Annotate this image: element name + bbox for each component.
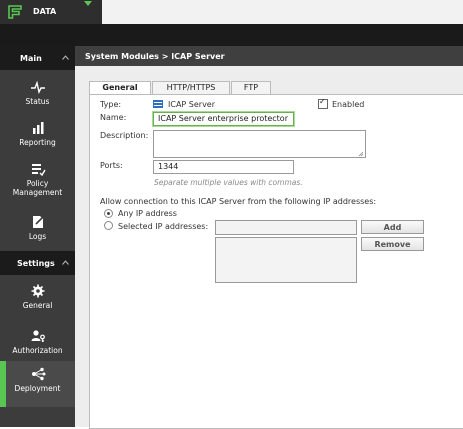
gear-icon (31, 284, 44, 298)
chevron-up-icon (62, 55, 69, 60)
sidebar-item-label: Logs (28, 232, 47, 241)
resize-handle-icon[interactable] (358, 151, 364, 157)
enabled-label: Enabled (332, 100, 365, 109)
sidebar-item-policy-management[interactable]: Policy Management (0, 156, 75, 206)
ports-label: Ports: (100, 161, 123, 170)
ip-address-input[interactable] (215, 220, 357, 235)
forcepoint-logo-icon (8, 5, 22, 19)
sidebar-item-label: Reporting (19, 138, 56, 147)
ip-address-list[interactable] (215, 237, 357, 283)
sidebar-item-logs[interactable]: Logs (0, 209, 75, 252)
sidebar-item-label: Authorization (12, 346, 63, 355)
sidebar-section-settings[interactable]: Settings (0, 251, 75, 275)
description-textarea[interactable] (153, 130, 366, 158)
sidebar: Main Status Reporting Policy Management … (0, 46, 75, 427)
section-label: Settings (17, 259, 55, 268)
sidebar-section-main[interactable]: Main (0, 46, 75, 70)
sidebar-item-label: Deployment (14, 384, 61, 393)
pulse-icon (30, 80, 45, 94)
app-menu-button[interactable] (84, 0, 102, 24)
sidebar-item-label: Policy (26, 179, 49, 188)
sidebar-item-authorization[interactable]: Authorization (0, 323, 75, 366)
description-label: Description: (100, 131, 149, 140)
nav-band (0, 24, 463, 46)
allow-connection-label: Allow connection to this ICAP Server fro… (100, 197, 377, 206)
selected-ip-radio[interactable] (104, 221, 113, 230)
sidebar-item-status[interactable]: Status (0, 74, 75, 117)
chevron-down-icon (84, 1, 92, 6)
selected-ip-label: Selected IP addresses: (118, 222, 209, 231)
add-button[interactable]: Add (361, 220, 424, 234)
any-ip-label: Any IP address (118, 209, 177, 218)
name-label: Name: (100, 113, 127, 122)
brand-area: DATA (0, 0, 84, 24)
sidebar-item-deployment[interactable]: Deployment (0, 361, 75, 407)
ports-input[interactable]: 1344 (153, 160, 294, 174)
enabled-checkbox[interactable] (318, 97, 328, 109)
top-bar: DATA (0, 0, 463, 24)
breadcrumb-bar: System Modules > ICAP Server (75, 46, 463, 66)
sidebar-item-reporting[interactable]: Reporting (0, 115, 75, 158)
remove-button[interactable]: Remove (361, 237, 424, 251)
general-panel: Type: ICAP Server Enabled Name: ICAP Ser… (89, 94, 463, 429)
icap-server-icon (153, 100, 163, 108)
type-label: Type: (100, 100, 122, 109)
users-key-icon (31, 330, 45, 342)
sidebar-item-label: Management (12, 188, 63, 197)
section-label: Main (20, 54, 42, 63)
chevron-up-icon (62, 260, 69, 265)
bar-chart-icon (32, 122, 43, 134)
sidebar-item-label: General (22, 301, 53, 310)
network-icon (31, 367, 45, 381)
breadcrumb: System Modules > ICAP Server (85, 52, 225, 61)
document-pencil-icon (32, 216, 43, 228)
sidebar-item-label: Status (25, 97, 50, 106)
type-value: ICAP Server (168, 100, 216, 109)
tab-http-https[interactable]: HTTP/HTTPS (152, 81, 230, 94)
tab-general[interactable]: General (89, 81, 151, 95)
policy-list-icon (31, 164, 46, 176)
ports-hint: Separate multiple values with commas. (154, 178, 303, 187)
app-title: DATA (33, 7, 57, 16)
any-ip-radio[interactable] (104, 209, 113, 218)
sidebar-item-general[interactable]: General (0, 278, 75, 321)
tab-ftp[interactable]: FTP (231, 81, 271, 94)
name-input[interactable]: ICAP Server enterprise protector (153, 112, 294, 126)
main-content: System Modules > ICAP Server General HTT… (75, 46, 463, 429)
